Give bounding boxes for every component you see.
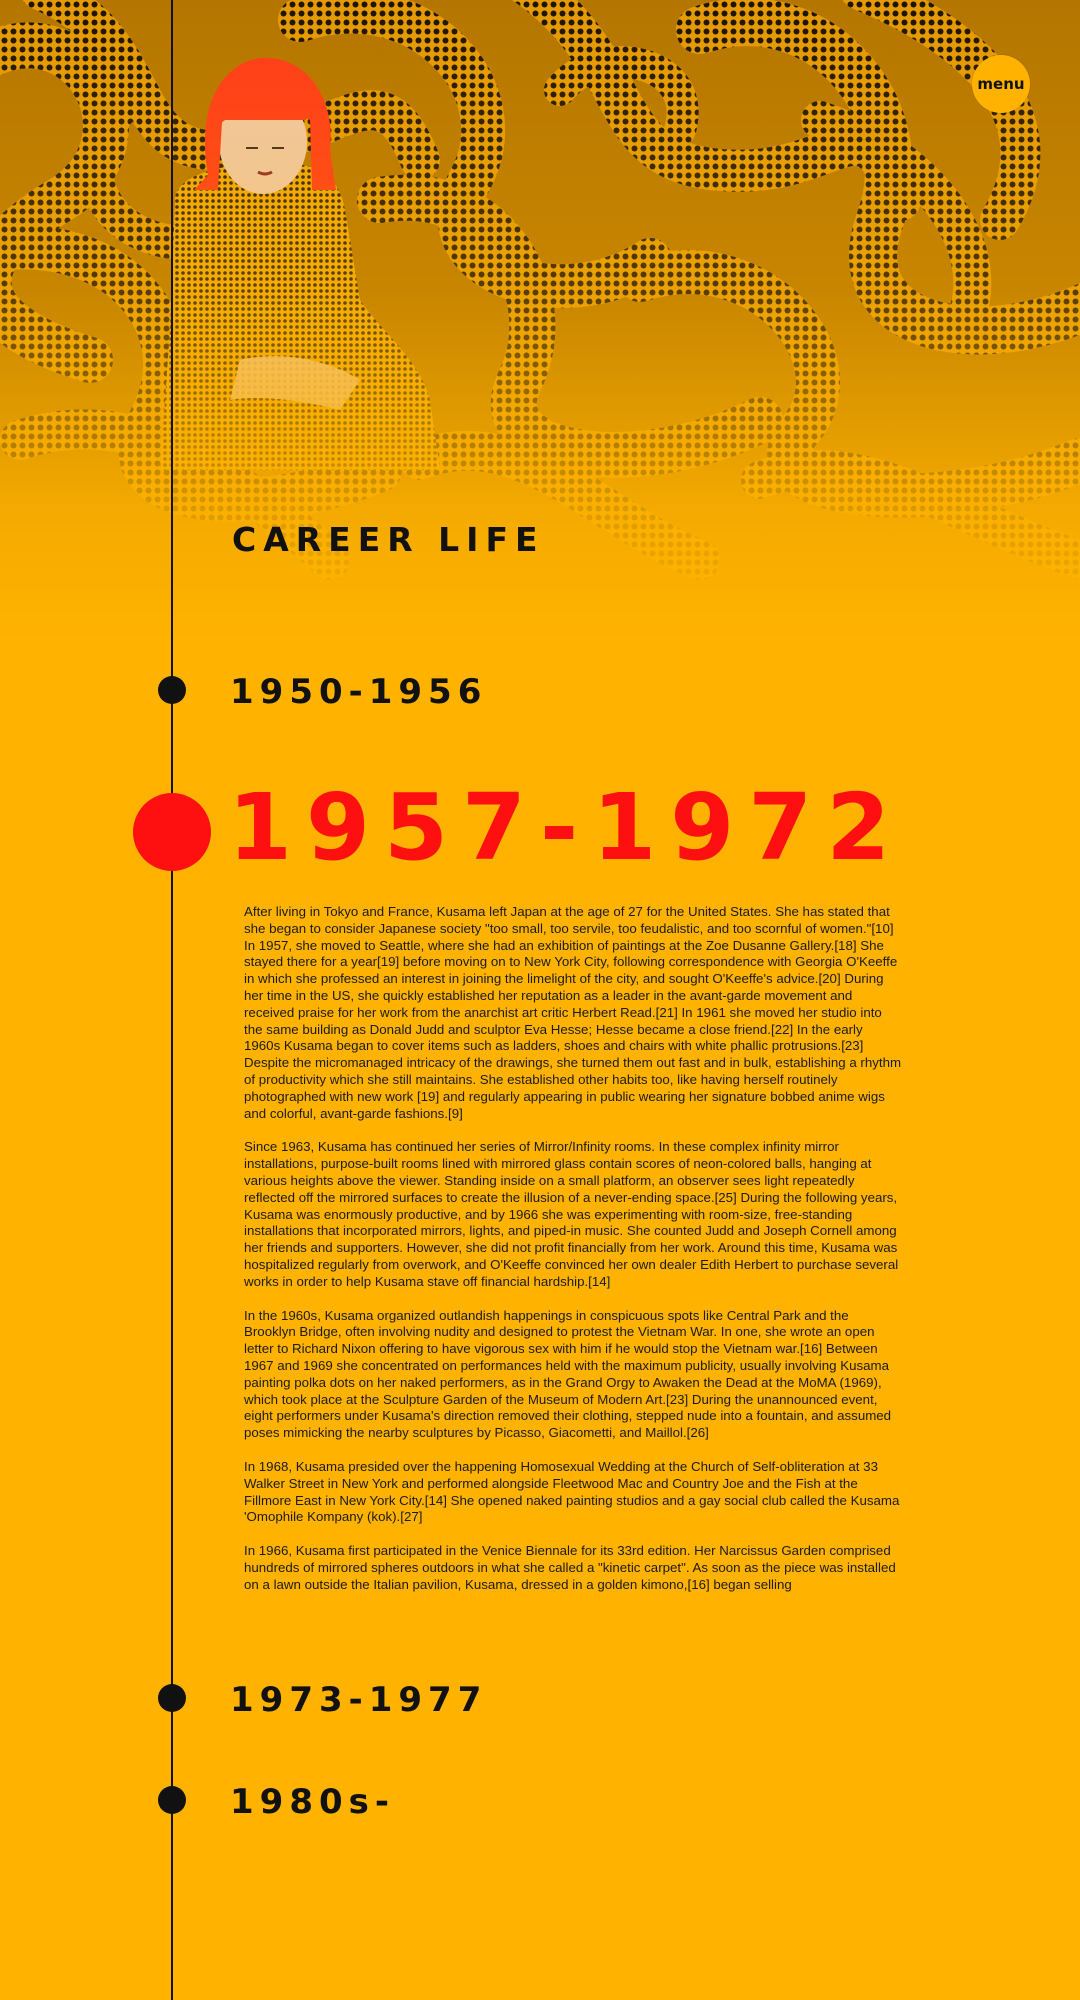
paragraph: Since 1963, Kusama has continued her ser…	[244, 1139, 899, 1289]
timeline-era-1980s[interactable]: 1980s-	[0, 1782, 1080, 1832]
paragraph: In 1968, Kusama presided over the happen…	[244, 1458, 900, 1525]
timeline-era-1973-1977[interactable]: 1973-1977	[0, 1680, 1080, 1730]
era-label: 1973-1977	[230, 1680, 488, 1720]
paragraph: In 1966, Kusama first participated in th…	[244, 1543, 896, 1592]
era-label: 1950-1956	[230, 672, 488, 712]
section-title: CAREER LIFE	[232, 520, 545, 559]
era-description: After living in Tokyo and France, Kusama…	[244, 904, 902, 1616]
timeline-era-1950-1956[interactable]: 1950-1956	[0, 672, 1080, 722]
timeline-dot	[158, 676, 186, 704]
paragraph: After living in Tokyo and France, Kusama…	[244, 904, 902, 1121]
menu-button[interactable]: menu	[972, 55, 1030, 113]
paragraph: In the 1960s, Kusama organized outlandis…	[244, 1307, 892, 1441]
timeline-dot-active	[133, 793, 211, 871]
timeline-dot	[158, 1684, 186, 1712]
timeline-era-1957-1972[interactable]: 1957-1972	[0, 774, 1080, 890]
era-label: 1980s-	[230, 1782, 395, 1822]
timeline-dot	[158, 1786, 186, 1814]
era-label-active: 1957-1972	[228, 774, 905, 881]
